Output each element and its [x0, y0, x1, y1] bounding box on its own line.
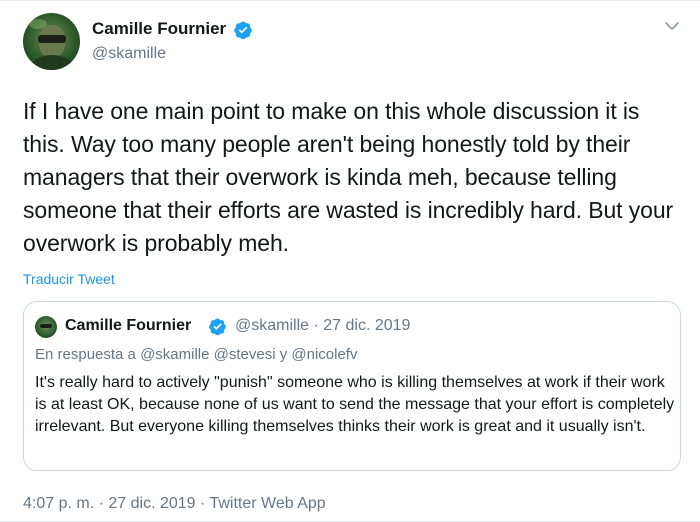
tweet-timestamp[interactable]: 4:07 p. m. · 27 dic. 2019 · Twitter Web … — [23, 495, 326, 513]
quoted-author-name: Camille Fournier — [65, 317, 192, 334]
author-name[interactable]: Camille Fournier — [92, 19, 226, 39]
verified-badge-icon — [234, 21, 252, 40]
author-avatar[interactable] — [23, 13, 80, 70]
quoted-meta: @skamille · 27 dic. 2019 — [235, 317, 411, 334]
quoted-tweet-text: It's really hard to actively "punish" so… — [35, 374, 675, 435]
tweet-text: If I have one main point to make on this… — [23, 98, 674, 256]
top-divider — [0, 0, 700, 1]
quoted-tweet[interactable]: Camille Fournier @skamille · 27 dic. 201… — [23, 301, 681, 471]
translate-tweet-link[interactable]: Traducir Tweet — [23, 271, 115, 287]
chevron-down-icon[interactable] — [664, 20, 680, 32]
quoted-reply-line: En respuesta a @skamille @stevesi y @nic… — [35, 346, 358, 363]
tweet-card: Camille Fournier @skamille If I have one… — [0, 0, 700, 522]
author-handle[interactable]: @skamille — [92, 45, 166, 63]
quoted-author-avatar[interactable] — [35, 316, 57, 338]
verified-badge-icon — [209, 318, 226, 336]
